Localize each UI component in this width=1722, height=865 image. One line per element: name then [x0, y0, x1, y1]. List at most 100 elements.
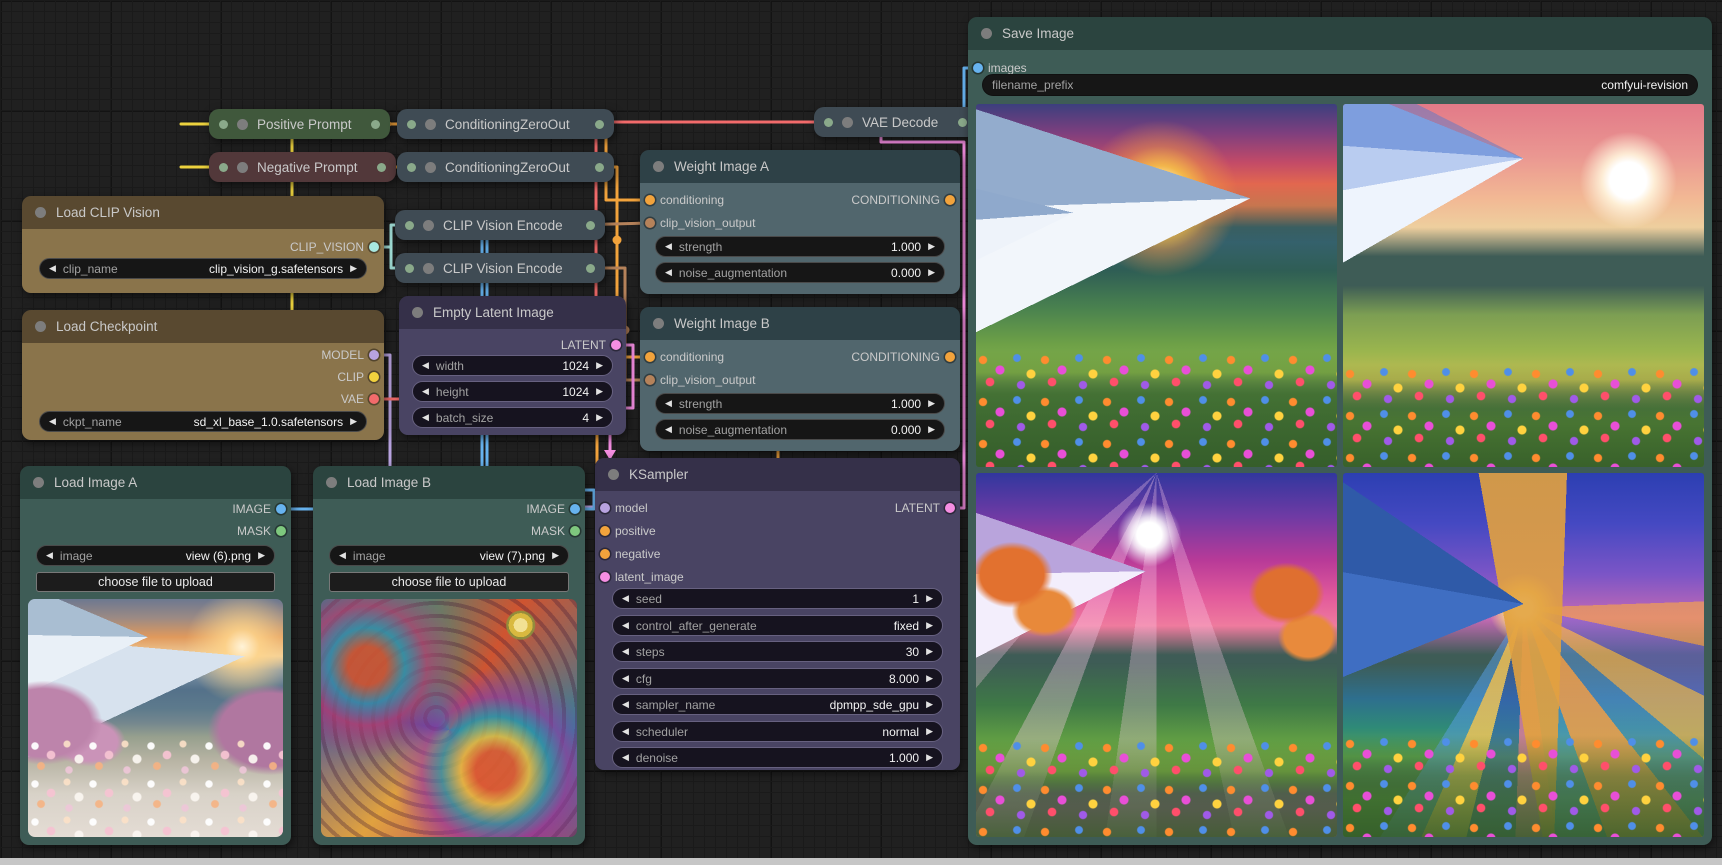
collapse-circle-icon[interactable] — [237, 162, 248, 173]
prev-arrow-icon[interactable]: ◀ — [622, 674, 629, 683]
widget-cfg[interactable]: ◀ cfg 8.000 ▶ — [612, 668, 943, 689]
node-header[interactable]: Load CLIP Vision — [22, 196, 384, 229]
collapse-circle-icon[interactable] — [423, 220, 434, 231]
input-dot-negative[interactable] — [600, 549, 610, 559]
input-dot-positive[interactable] — [600, 526, 610, 536]
next-arrow-icon[interactable]: ▶ — [596, 387, 603, 396]
collapse-circle-icon[interactable] — [608, 469, 619, 480]
output-dot-mask[interactable] — [570, 526, 580, 536]
output-dot-clip-vision[interactable] — [369, 242, 379, 252]
node-header[interactable]: Load Image A — [20, 466, 291, 499]
next-arrow-icon[interactable]: ▶ — [928, 425, 935, 434]
widget-strength[interactable]: ◀ strength 1.000 ▶ — [655, 393, 945, 414]
widget-ckpt-name[interactable]: ◀ ckpt_name sd_xl_base_1.0.safetensors ▶ — [39, 411, 367, 432]
collapse-circle-icon[interactable] — [326, 477, 337, 488]
input-dot-conditioning[interactable] — [645, 352, 655, 362]
output-dot-model[interactable] — [369, 350, 379, 360]
collapsed-left-dot[interactable] — [824, 118, 833, 127]
widget-image-file[interactable]: ◀ image view (6).png ▶ — [36, 545, 275, 566]
node-load-image-a[interactable]: Load Image A IMAGE MASK ◀ image view (6)… — [20, 466, 291, 845]
next-arrow-icon[interactable]: ▶ — [926, 594, 933, 603]
collapse-circle-icon[interactable] — [33, 477, 44, 488]
collapse-circle-icon[interactable] — [423, 263, 434, 274]
widget-steps[interactable]: ◀ steps 30 ▶ — [612, 641, 943, 662]
collapse-circle-icon[interactable] — [653, 161, 664, 172]
collapsed-right-dot[interactable] — [377, 163, 386, 172]
prev-arrow-icon[interactable]: ◀ — [422, 361, 429, 370]
node-weight-image-b[interactable]: Weight Image B conditioning clip_vision_… — [640, 307, 960, 451]
node-header[interactable]: Weight Image B — [640, 307, 960, 340]
collapse-circle-icon[interactable] — [842, 117, 853, 128]
widget-image-file[interactable]: ◀ image view (7).png ▶ — [329, 545, 569, 566]
output-dot-mask[interactable] — [276, 526, 286, 536]
prev-arrow-icon[interactable]: ◀ — [622, 621, 629, 630]
prev-arrow-icon[interactable]: ◀ — [622, 700, 629, 709]
node-conditioning-zero-out-1[interactable]: ConditioningZeroOut — [397, 109, 614, 139]
prev-arrow-icon[interactable]: ◀ — [422, 413, 429, 422]
pr ev-arrow-icon[interactable]: ◀ — [339, 551, 346, 560]
output-dot-image[interactable] — [570, 504, 580, 514]
next-arrow-icon[interactable]: ▶ — [350, 417, 357, 426]
node-header[interactable]: Save Image — [968, 17, 1712, 50]
widget-seed[interactable]: ◀ seed 1 ▶ — [612, 588, 943, 609]
choose-file-button[interactable]: choose file to upload — [36, 572, 275, 592]
widget-strength[interactable]: ◀ strength 1.000 ▶ — [655, 236, 945, 257]
collapsed-right-dot[interactable] — [595, 120, 604, 129]
collapsed-right-dot[interactable] — [586, 264, 595, 273]
output-dot-image[interactable] — [276, 504, 286, 514]
node-load-clip-vision[interactable]: Load CLIP Vision CLIP_VISION ◀ clip_name… — [22, 196, 384, 293]
next-arrow-icon[interactable]: ▶ — [596, 361, 603, 370]
node-clip-vision-encode-1[interactable]: CLIP Vision Encode — [395, 210, 605, 240]
prev-arrow-icon[interactable]: ◀ — [622, 727, 629, 736]
generated-image-2[interactable] — [1343, 104, 1704, 467]
next-arrow-icon[interactable]: ▶ — [926, 621, 933, 630]
next-arrow-icon[interactable]: ▶ — [926, 647, 933, 656]
next-arrow-icon[interactable]: ▶ — [928, 268, 935, 277]
input-dot-model[interactable] — [600, 503, 610, 513]
node-clip-vision-encode-2[interactable]: CLIP Vision Encode — [395, 253, 605, 283]
node-conditioning-zero-out-2[interactable]: ConditioningZeroOut — [397, 152, 614, 182]
collapse-circle-icon[interactable] — [653, 318, 664, 329]
collapse-circle-icon[interactable] — [425, 119, 436, 130]
prev-arrow-icon[interactable]: ◀ — [665, 268, 672, 277]
collapsed-left-dot[interactable] — [219, 163, 228, 172]
widget-noise-augmentation[interactable]: ◀ noise_augmentation 0.000 ▶ — [655, 262, 945, 283]
collapsed-right-dot[interactable] — [371, 120, 380, 129]
next-arrow-icon[interactable]: ▶ — [928, 399, 935, 408]
widget-control-after-generate[interactable]: ◀ control_after_generate fixed ▶ — [612, 615, 943, 636]
node-load-checkpoint[interactable]: Load Checkpoint MODEL CLIP VAE ◀ ckpt_na… — [22, 310, 384, 440]
prev-arrow-icon[interactable]: ◀ — [622, 647, 629, 656]
widget-denoise[interactable]: ◀ denoise 1.000 ▶ — [612, 747, 943, 768]
generated-image-1[interactable] — [976, 104, 1337, 467]
prev-arrow-icon[interactable]: ◀ — [46, 551, 53, 560]
next-arrow-icon[interactable]: ▶ — [552, 551, 559, 560]
node-graph-canvas[interactable]: Positive Prompt ConditioningZeroOut Nega… — [0, 0, 1722, 865]
node-weight-image-a[interactable]: Weight Image A conditioning clip_vision_… — [640, 150, 960, 294]
node-header[interactable]: Load Image B — [313, 466, 585, 499]
collapsed-right-dot[interactable] — [595, 163, 604, 172]
prev-arrow-icon[interactable]: ◀ — [665, 242, 672, 251]
output-dot-latent[interactable] — [945, 503, 955, 513]
node-header[interactable]: KSampler — [595, 458, 960, 491]
node-header[interactable]: Weight Image A — [640, 150, 960, 183]
collapse-circle-icon[interactable] — [35, 321, 46, 332]
next-arrow-icon[interactable]: ▶ — [350, 264, 357, 273]
node-negative-prompt[interactable]: Negative Prompt — [209, 152, 396, 182]
prev-arrow-icon[interactable]: ◀ — [49, 417, 56, 426]
collapsed-right-dot[interactable] — [586, 221, 595, 230]
output-dot-clip[interactable] — [369, 372, 379, 382]
node-positive-prompt[interactable]: Positive Prompt — [209, 109, 390, 139]
next-arrow-icon[interactable]: ▶ — [928, 242, 935, 251]
input-dot-conditioning[interactable] — [645, 195, 655, 205]
generated-image-3[interactable] — [976, 473, 1337, 837]
prev-arrow-icon[interactable]: ◀ — [422, 387, 429, 396]
image-preview-view6[interactable] — [28, 599, 283, 837]
collapsed-left-dot[interactable] — [407, 120, 416, 129]
collapsed-left-dot[interactable] — [405, 221, 414, 230]
collapsed-left-dot[interactable] — [405, 264, 414, 273]
next-arrow-icon[interactable]: ▶ — [596, 413, 603, 422]
collapsed-right-dot[interactable] — [958, 118, 967, 127]
node-save-image[interactable]: Save Image images filename_prefix comfyu… — [968, 17, 1712, 845]
input-dot-latent-image[interactable] — [600, 572, 610, 582]
output-dot-conditioning[interactable] — [945, 352, 955, 362]
